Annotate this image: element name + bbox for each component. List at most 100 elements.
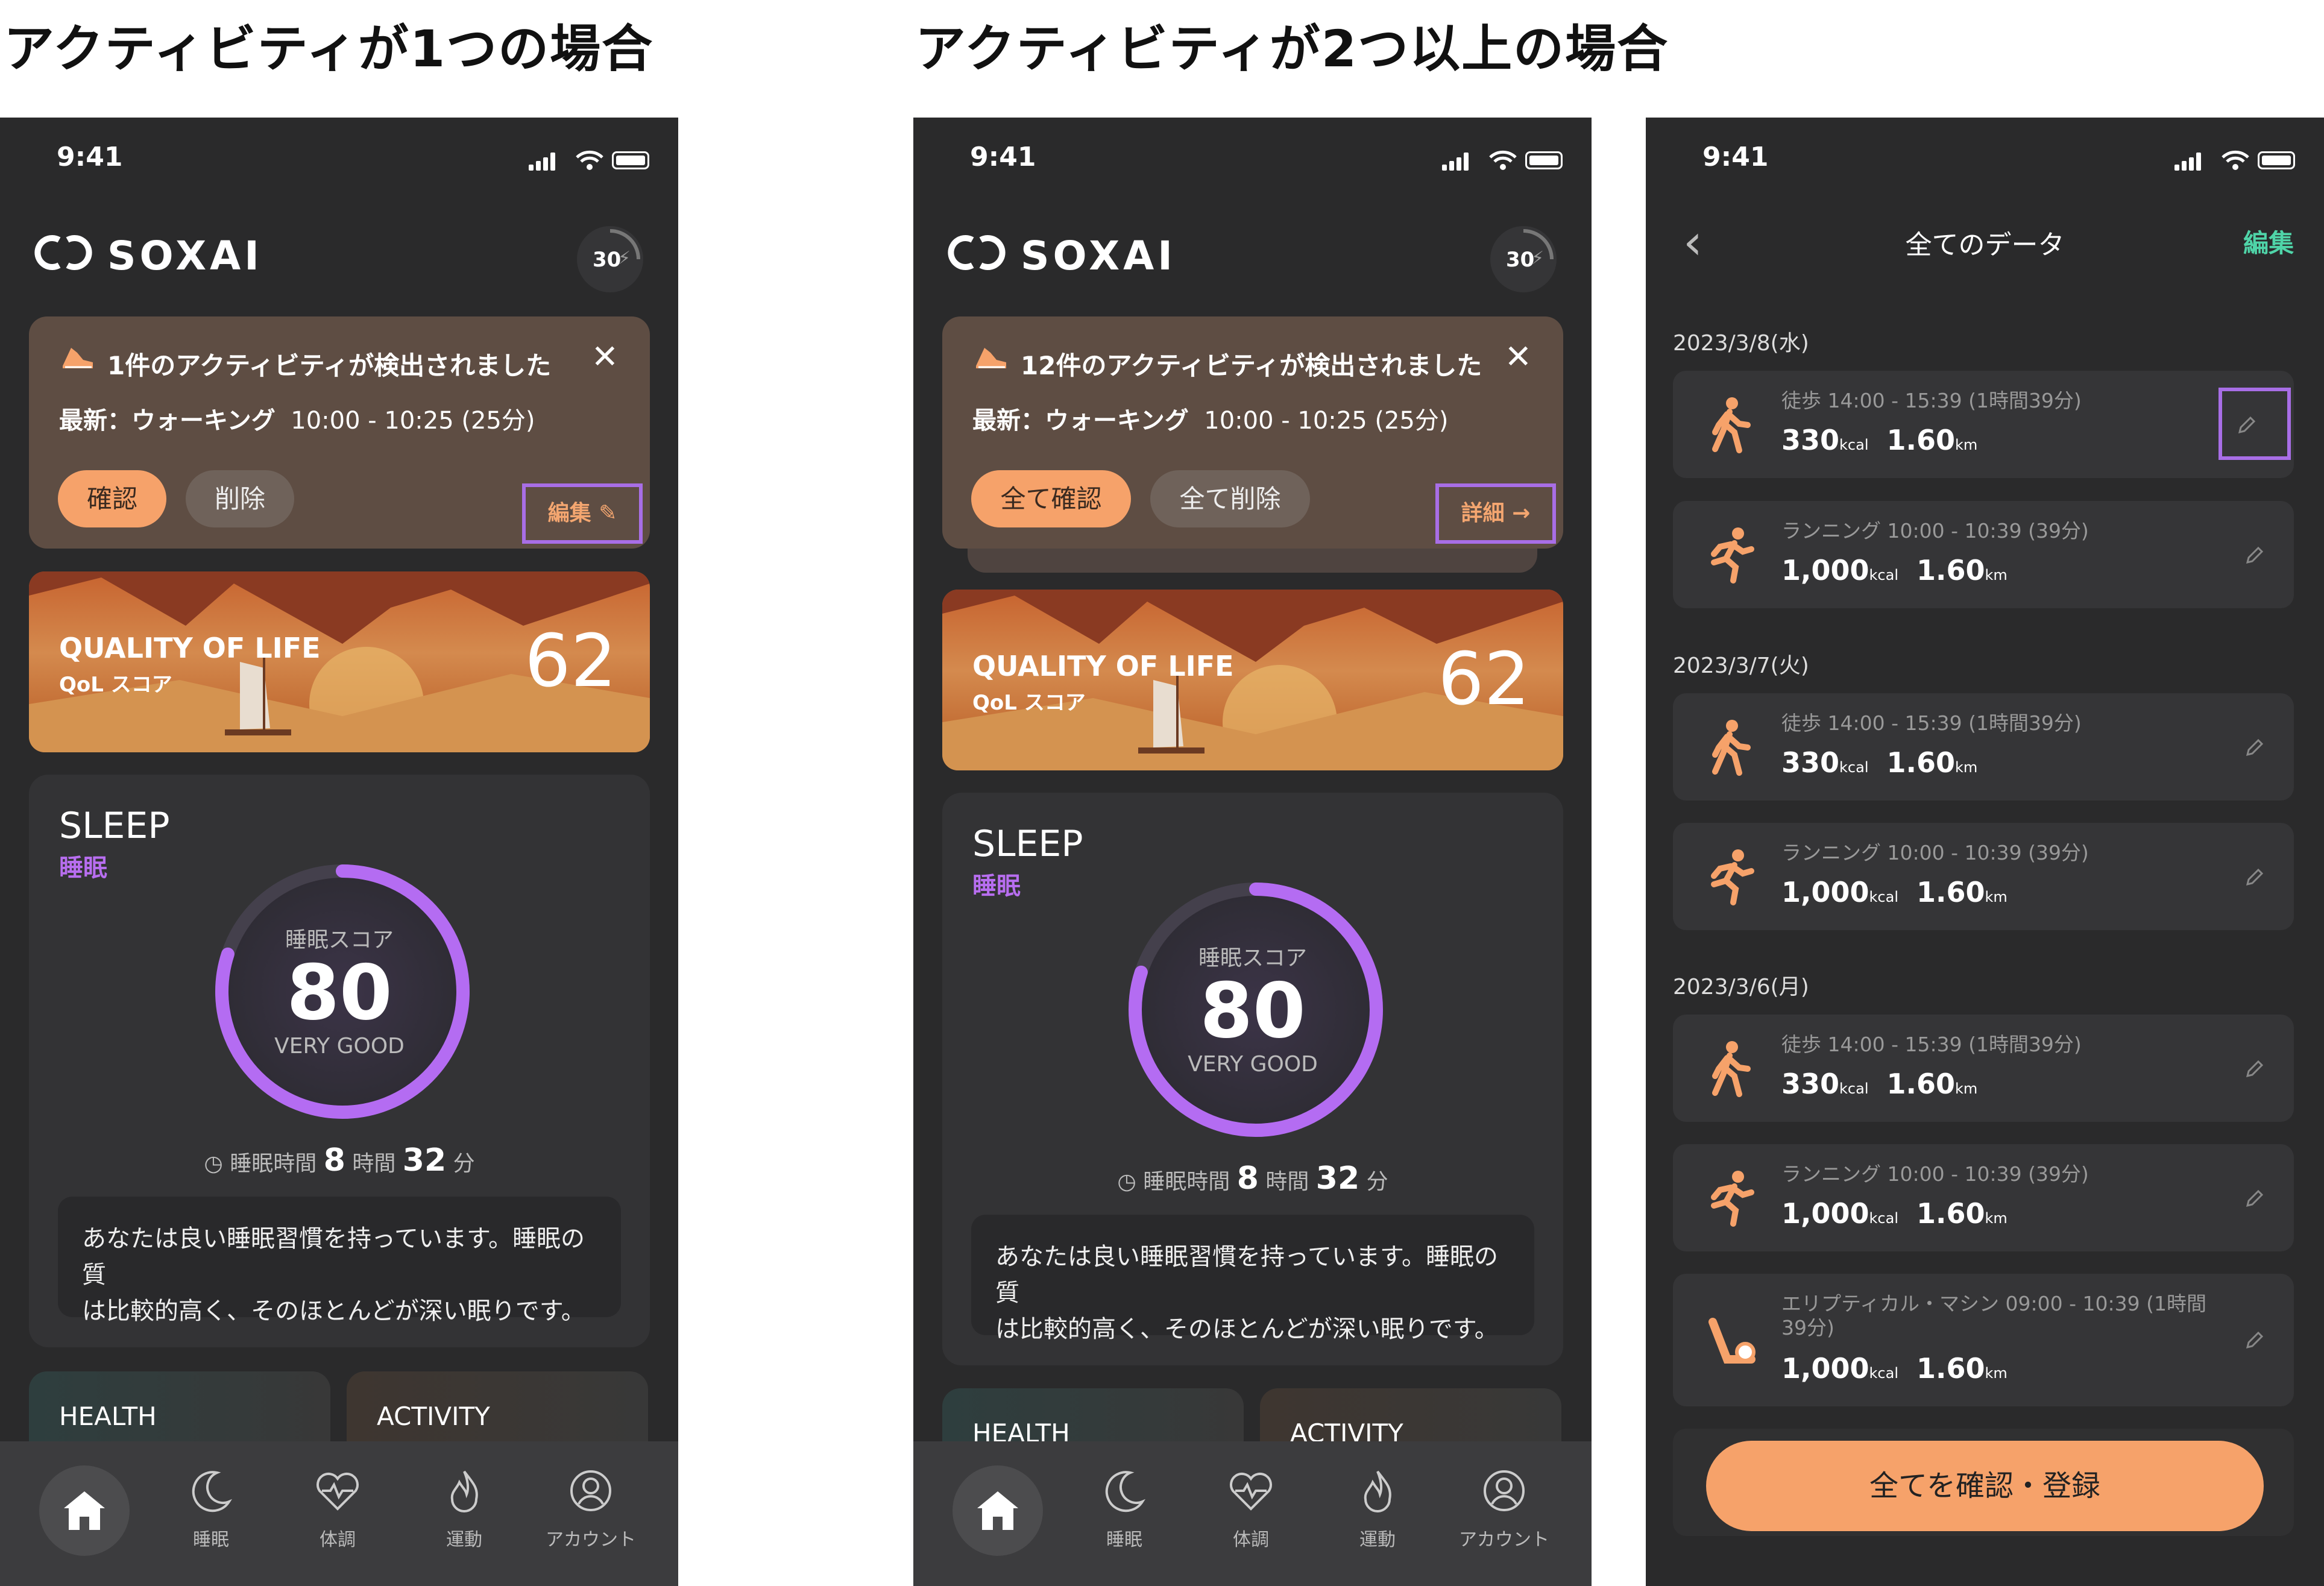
status-time: 9:41 <box>57 142 123 172</box>
tab-account[interactable]: アカウント <box>1459 1467 1549 1551</box>
running-icon <box>1711 527 1754 584</box>
pencil-icon[interactable] <box>2235 413 2259 437</box>
pencil-icon[interactable] <box>2243 1328 2267 1352</box>
wifi-icon <box>576 150 603 170</box>
moon-icon <box>192 1471 232 1512</box>
walking-icon <box>1712 1041 1751 1097</box>
soxai-logo-icon <box>34 235 92 270</box>
activity-row[interactable]: 徒歩 14:00 - 15:39 (1時間39分) 330kcal 1.60km <box>1673 1015 2294 1122</box>
pencil-icon[interactable] <box>2243 1186 2267 1210</box>
edit-button[interactable]: 編集 <box>2243 223 2294 260</box>
page-title: 全てのデータ <box>1905 230 2065 260</box>
wifi-icon <box>2222 150 2249 170</box>
status-bar: 9:41 <box>0 142 678 178</box>
pencil-icon[interactable] <box>2243 1057 2267 1081</box>
clock-icon: ◷ <box>204 1151 223 1176</box>
pencil-icon[interactable] <box>2243 865 2267 889</box>
pencil-icon[interactable] <box>2243 543 2267 567</box>
confirm-button[interactable]: 確認 <box>58 470 166 527</box>
status-time: 9:41 <box>970 142 1036 172</box>
sleep-duration: ◷ 睡眠時間 8 時間 32 分 <box>204 1142 475 1178</box>
sleep-title: SLEEP <box>972 823 1083 865</box>
tab-home[interactable] <box>39 1465 130 1556</box>
tab-account[interactable]: アカウント <box>546 1467 636 1551</box>
home-icon <box>64 1491 105 1530</box>
activity-row[interactable]: 徒歩 14:00 - 15:39 (1時間39分) 330kcal 1.60km <box>1673 371 2294 478</box>
delete-button[interactable]: 削除 <box>186 470 294 527</box>
status-icons <box>529 150 649 171</box>
sleep-duration: ◷ 睡眠時間 8 時間 32 分 <box>1117 1160 1388 1197</box>
delete-all-button[interactable]: 全て削除 <box>1150 470 1310 527</box>
sleep-grade: VERY GOOD <box>1188 1052 1318 1077</box>
edit-button[interactable]: 編集 ✎ <box>522 483 643 544</box>
sleep-card[interactable]: SLEEP 睡眠 睡眠スコア 80 VERY GOOD ◷ 睡眠時間 8 時間 … <box>942 793 1563 1365</box>
activity-row[interactable]: ランニング 10:00 - 10:39 (39分) 1,000kcal 1.60k… <box>1673 1144 2294 1251</box>
tab-sleep[interactable]: 睡眠 <box>166 1467 256 1551</box>
flame-icon <box>450 1470 478 1512</box>
running-icon <box>1711 1171 1754 1227</box>
notice-title: 1件のアクティビティが検出されました <box>107 351 552 380</box>
status-icons <box>2174 150 2295 171</box>
qol-score: 62 <box>1438 638 1530 722</box>
status-time: 9:41 <box>1702 142 1769 172</box>
qol-card[interactable]: QUALITY OF LIFE QoL スコア 62 <box>942 590 1563 770</box>
walking-icon <box>1712 720 1751 776</box>
date-header: 2023/3/7(火) <box>1673 653 1809 678</box>
activity-row[interactable]: 徒歩 14:00 - 15:39 (1時間39分) 330kcal 1.60km <box>1673 693 2294 801</box>
close-icon[interactable]: ✕ <box>591 341 619 373</box>
detail-button[interactable]: 詳細 → <box>1435 483 1556 544</box>
battery-icon <box>612 151 649 169</box>
pencil-icon: ✎ <box>599 501 617 526</box>
tab-home[interactable] <box>953 1465 1043 1556</box>
flame-icon <box>1364 1470 1391 1512</box>
tab-sleep[interactable]: 睡眠 <box>1079 1467 1170 1551</box>
qol-subtitle: QoL スコア <box>972 691 1086 715</box>
heart-pulse-icon <box>316 1473 359 1511</box>
pencil-icon[interactable] <box>2243 735 2267 760</box>
shoe-icon <box>63 348 93 368</box>
activity-notice-card: 1件のアクティビティが検出されました ✕ 最新：ウォーキング 10:00 - 1… <box>29 316 650 549</box>
signal-icon <box>529 165 534 171</box>
sleep-card[interactable]: SLEEP 睡眠 睡眠スコア 80 VERY GOOD ◷ 睡眠時間 8 時間 … <box>29 775 650 1347</box>
brand-name: SOXAI <box>107 233 263 279</box>
tab-health[interactable]: 体調 <box>1206 1467 1296 1551</box>
energy-value: 30 <box>1506 248 1535 272</box>
activity-row[interactable]: ランニング 10:00 - 10:39 (39分) 1,000kcal 1.60k… <box>1673 501 2294 608</box>
tab-health[interactable]: 体調 <box>292 1467 383 1551</box>
confirm-all-button[interactable]: 全て確認 <box>971 470 1131 527</box>
signal-icon <box>2174 165 2179 171</box>
stacked-card-edge <box>968 549 1537 573</box>
energy-badge[interactable]: 30 ⚡ <box>577 226 643 292</box>
moon-icon <box>1105 1471 1145 1512</box>
qol-score: 62 <box>524 620 617 703</box>
activity-row[interactable]: エリプティカル・マシン 09:00 - 10:39 (1時間39分) 1,000… <box>1673 1274 2294 1406</box>
clock-icon: ◷ <box>1117 1169 1136 1194</box>
account-icon <box>1484 1470 1525 1511</box>
tab-exercise[interactable]: 運動 <box>1332 1467 1423 1551</box>
bolt-icon: ⚡ <box>1531 248 1545 269</box>
phone-single-activity: 9:41 SOXAI 30 ⚡ 1件のアクティビティが検出されました ✕ 最新：… <box>0 118 678 1586</box>
sleep-score-value: 80 <box>1200 966 1306 1055</box>
arrow-right-icon: → <box>1512 501 1531 526</box>
close-icon[interactable]: ✕ <box>1505 341 1532 373</box>
tab-exercise[interactable]: 運動 <box>419 1467 509 1551</box>
qol-title: QUALITY OF LIFE <box>59 632 321 664</box>
sleep-title: SLEEP <box>59 805 170 847</box>
date-header: 2023/3/8(水) <box>1673 331 1809 356</box>
sleep-score-value: 80 <box>286 948 392 1037</box>
activity-notice-card: 12件のアクティビティが検出されました ✕ 最新：ウォーキング 10:00 - … <box>942 316 1563 549</box>
activity-row[interactable]: ランニング 10:00 - 10:39 (39分) 1,000kcal 1.60k… <box>1673 823 2294 930</box>
sleep-subtitle: 睡眠 <box>972 872 1021 900</box>
section-heading-multi: アクティビティが2つ以上の場合 <box>915 19 1669 78</box>
qol-title: QUALITY OF LIFE <box>972 650 1234 682</box>
status-icons <box>1442 150 1563 171</box>
battery-icon <box>1525 151 1563 169</box>
energy-badge[interactable]: 30 ⚡ <box>1490 226 1557 292</box>
qol-card[interactable]: QUALITY OF LIFE QoL スコア 62 <box>29 571 650 752</box>
home-icon <box>977 1491 1018 1530</box>
walking-icon <box>1712 397 1751 453</box>
sleep-comment: あなたは良い睡眠習慣を持っています。睡眠の質 は比較的高く、そのほとんどが深い眠り… <box>971 1215 1534 1343</box>
heart-pulse-icon <box>1229 1473 1273 1511</box>
phone-multi-activity: 9:41 SOXAI 30 ⚡ 12件のアクティビティが検出されました ✕ 最新… <box>913 118 1592 1586</box>
confirm-register-all-button[interactable]: 全てを確認・登録 <box>1706 1441 2264 1531</box>
